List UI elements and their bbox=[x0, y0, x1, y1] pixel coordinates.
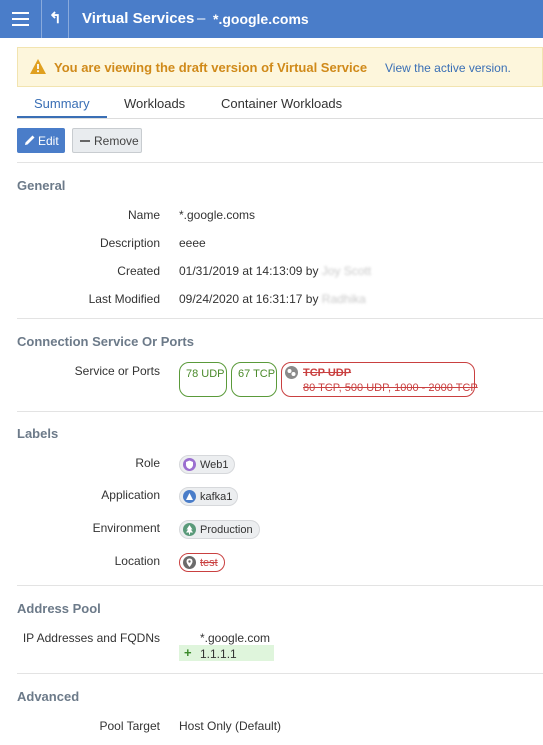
map-pin-icon bbox=[183, 556, 196, 569]
tag-text: test bbox=[200, 557, 218, 569]
description-label: Description bbox=[99, 236, 160, 250]
added-address: 1.1.1.1 bbox=[200, 647, 237, 661]
minus-icon bbox=[80, 140, 90, 142]
port-text: 78 UDP bbox=[186, 368, 225, 380]
name-value: *.google.coms bbox=[179, 208, 256, 222]
section-connection-heading: Connection Service Or Ports bbox=[17, 334, 194, 349]
role-tag: Web1 bbox=[179, 455, 235, 474]
tab-container-workloads[interactable]: Container Workloads bbox=[221, 96, 342, 111]
draft-banner: You are viewing the draft version of Vir… bbox=[17, 47, 543, 87]
draft-message: You are viewing the draft version of Vir… bbox=[54, 60, 368, 75]
divider bbox=[17, 162, 543, 163]
name-label: Name bbox=[127, 208, 160, 222]
view-active-version-link[interactable]: View the active version. bbox=[385, 61, 511, 75]
divider bbox=[17, 411, 543, 412]
pool-target-value: Host Only (Default) bbox=[179, 719, 282, 733]
tree-icon bbox=[183, 523, 196, 536]
port-pill-added: 78 UDP bbox=[179, 362, 227, 397]
added-address-row: + 1.1.1.1 bbox=[179, 645, 274, 661]
tag-text: Production bbox=[200, 524, 253, 536]
description-value: eeee bbox=[179, 236, 206, 250]
tab-bar: Summary Workloads Container Workloads bbox=[17, 92, 543, 119]
edit-label: Edit bbox=[38, 134, 59, 148]
up-arrow-icon[interactable]: ↰ bbox=[49, 9, 62, 27]
title-separator: – bbox=[197, 10, 206, 27]
location-label: Location bbox=[114, 554, 160, 568]
app-triangle-icon bbox=[183, 490, 196, 503]
divider bbox=[17, 585, 543, 586]
page-title: Virtual Services bbox=[82, 10, 195, 27]
warning-icon bbox=[30, 59, 46, 74]
tag-text: kafka1 bbox=[200, 491, 233, 503]
created-timestamp: 01/31/2019 at 14:13:09 by bbox=[179, 264, 319, 278]
modified-user: Radhika bbox=[321, 292, 366, 306]
pencil-icon bbox=[25, 135, 35, 145]
section-address-pool-heading: Address Pool bbox=[17, 601, 101, 616]
edit-button[interactable]: Edit bbox=[17, 128, 65, 153]
divider bbox=[17, 673, 543, 674]
remove-button[interactable]: Remove bbox=[72, 128, 142, 153]
page-subject: *.google.coms bbox=[213, 11, 309, 27]
last-modified-value: 09/24/2020 at 16:31:17 by Radhika bbox=[179, 292, 366, 306]
divider bbox=[68, 0, 69, 38]
shield-icon bbox=[183, 458, 196, 471]
pool-target-label: Pool Target bbox=[99, 719, 161, 733]
created-user: Joy Scott bbox=[321, 264, 372, 278]
service-or-ports-label: Service or Ports bbox=[74, 364, 160, 378]
ip-addresses-label: IP Addresses and FQDNs bbox=[22, 631, 160, 645]
role-label: Role bbox=[135, 456, 160, 470]
section-labels-heading: Labels bbox=[17, 426, 59, 441]
environment-tag: Production bbox=[179, 520, 260, 539]
service-name: TCP UDP bbox=[303, 367, 352, 379]
plus-icon: + bbox=[184, 645, 192, 660]
remove-label: Remove bbox=[94, 134, 139, 148]
top-bar: ↰ Virtual Services – *.google.coms bbox=[0, 0, 543, 38]
divider bbox=[41, 0, 42, 38]
service-icon bbox=[285, 366, 298, 379]
environment-label: Environment bbox=[92, 521, 160, 535]
section-advanced-heading: Advanced bbox=[17, 689, 80, 704]
tab-summary[interactable]: Summary bbox=[34, 96, 90, 111]
application-label: Application bbox=[101, 488, 160, 502]
existing-address: *.google.com bbox=[200, 631, 271, 645]
application-tag: kafka1 bbox=[179, 487, 238, 506]
service-detail: 80 TCP, 500 UDP, 1000 - 2000 TCP bbox=[303, 382, 478, 394]
port-text: 67 TCP bbox=[238, 368, 276, 380]
location-tag-removed: test bbox=[179, 553, 225, 572]
service-pill-removed: TCP UDP 80 TCP, 500 UDP, 1000 - 2000 TCP bbox=[281, 362, 478, 397]
tab-workloads[interactable]: Workloads bbox=[124, 96, 185, 111]
hamburger-icon[interactable] bbox=[12, 12, 29, 26]
last-modified-label: Last Modified bbox=[88, 292, 160, 306]
port-pill-added: 67 TCP bbox=[231, 362, 277, 397]
active-tab-indicator bbox=[17, 116, 107, 118]
tag-text: Web1 bbox=[200, 459, 229, 471]
created-label: Created bbox=[117, 264, 160, 278]
created-value: 01/31/2019 at 14:13:09 by Joy Scott bbox=[179, 264, 371, 278]
modified-timestamp: 09/24/2020 at 16:31:17 by bbox=[179, 292, 319, 306]
divider bbox=[17, 318, 543, 319]
section-general-heading: General bbox=[17, 178, 66, 193]
